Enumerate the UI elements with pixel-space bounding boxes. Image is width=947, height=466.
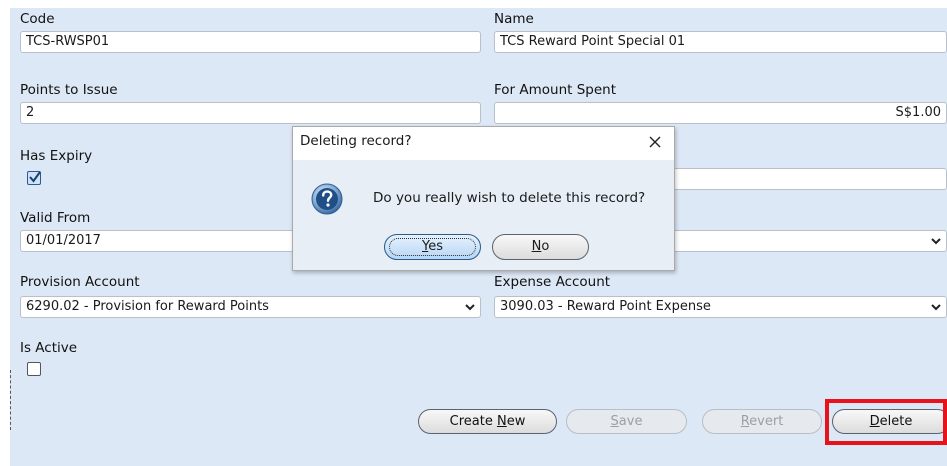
code-field[interactable]: TCS-RWSP01 [20, 31, 481, 53]
checkmark-icon [29, 171, 41, 183]
dialog-title: Deleting record? [300, 133, 412, 149]
delete-highlight-box [825, 399, 947, 445]
dialog-message: Do you really wish to delete this record… [373, 190, 646, 206]
focus-ring [389, 238, 476, 256]
no-button[interactable]: No [492, 234, 589, 260]
expense-account-value: 3090.03 - Reward Point Expense [500, 299, 711, 314]
for-amount-spent-field[interactable]: S$1.00 [494, 102, 947, 124]
points-to-issue-field[interactable]: 2 [20, 102, 481, 124]
provision-account-select[interactable]: 6290.02 - Provision for Reward Points [20, 296, 481, 318]
is-active-checkbox[interactable] [27, 362, 41, 376]
has-expiry-checkbox[interactable] [27, 171, 41, 185]
is-active-label: Is Active [20, 340, 78, 356]
yes-button[interactable]: Yes [384, 234, 481, 260]
delete-confirm-dialog: Deleting record? Do you really wish to d… [292, 126, 675, 271]
name-field[interactable]: TCS Reward Point Special 01 [494, 31, 947, 53]
revert-button[interactable]: Revert [702, 409, 822, 434]
provision-account-value: 6290.02 - Provision for Reward Points [26, 299, 269, 314]
panel-edge-divider [10, 370, 11, 430]
question-icon [311, 183, 343, 215]
chevron-down-icon [931, 304, 941, 311]
has-expiry-label: Has Expiry [20, 148, 93, 164]
name-label: Name [494, 11, 534, 27]
points-to-issue-label: Points to Issue [20, 82, 118, 98]
valid-from-label: Valid From [20, 210, 91, 226]
close-icon[interactable] [648, 135, 662, 149]
save-button[interactable]: Save [566, 409, 687, 434]
dialog-body: Do you really wish to delete this record… [293, 160, 674, 270]
create-new-button[interactable]: Create New [418, 409, 557, 434]
code-label: Code [20, 11, 55, 27]
chevron-down-icon [465, 304, 475, 311]
expense-account-select[interactable]: 3090.03 - Reward Point Expense [494, 296, 947, 318]
dialog-titlebar: Deleting record? [293, 127, 674, 159]
expense-account-label: Expense Account [494, 274, 611, 290]
provision-account-label: Provision Account [20, 274, 140, 290]
for-amount-spent-label: For Amount Spent [494, 82, 617, 98]
chevron-down-icon [931, 238, 941, 245]
